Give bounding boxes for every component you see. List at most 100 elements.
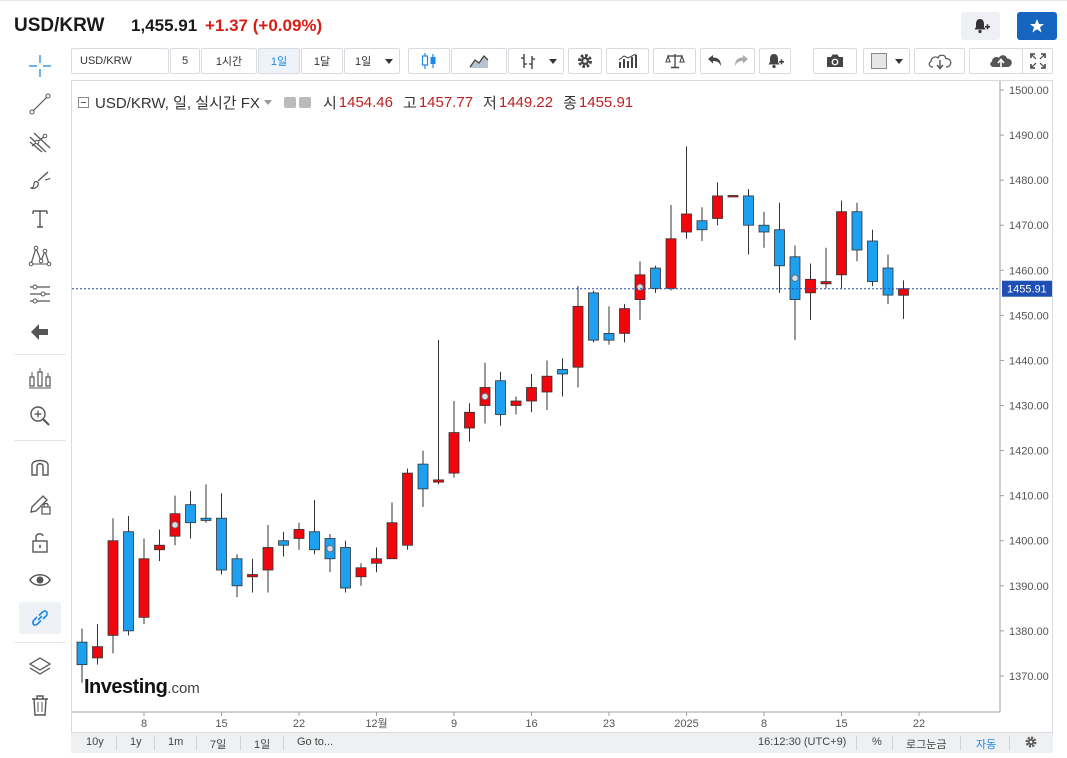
candle-body	[681, 213, 692, 233]
x-tick-label: 9	[451, 718, 457, 730]
candle	[820, 247, 832, 289]
range-1y-button[interactable]: 1y	[130, 736, 142, 748]
settings-toggle-icon[interactable]	[298, 97, 311, 108]
event-marker	[326, 545, 334, 553]
candle	[774, 202, 785, 293]
y-tick-label: 1450.00	[1009, 310, 1049, 322]
log-scale-button[interactable]: 로그눈금	[906, 736, 946, 752]
candle	[603, 306, 615, 345]
candle-body	[293, 529, 305, 539]
event-marker	[791, 274, 799, 282]
candle-body	[386, 522, 398, 560]
candle-body	[448, 432, 460, 474]
candle-body	[727, 195, 739, 198]
low-value: 1449.22	[498, 94, 554, 111]
candle-body	[433, 479, 444, 483]
candle-body	[867, 240, 878, 282]
y-tick-label: 1470.00	[1009, 220, 1049, 232]
candle-body	[510, 400, 522, 406]
candle	[526, 373, 537, 413]
candle	[836, 200, 847, 289]
y-tick-label: 1410.00	[1009, 491, 1049, 503]
divider	[196, 736, 197, 750]
candle	[898, 280, 909, 319]
candle	[619, 304, 630, 343]
candle	[169, 495, 181, 546]
candle	[665, 204, 677, 291]
candle	[216, 493, 227, 575]
candle	[572, 286, 584, 388]
candle-body	[712, 195, 723, 219]
candle-body	[572, 305, 584, 368]
range-1d-button[interactable]: 1일	[254, 736, 270, 752]
candle	[402, 468, 413, 550]
close-value: 1455.91	[578, 94, 634, 111]
watermark-brand: Investing	[84, 676, 168, 698]
candle-body	[247, 574, 258, 578]
candle-body	[774, 229, 785, 267]
candle-body	[262, 547, 274, 571]
percent-scale-button[interactable]: %	[872, 736, 882, 748]
divider	[154, 736, 155, 750]
candle	[185, 491, 196, 539]
candle-body	[185, 504, 196, 524]
candle	[92, 624, 103, 665]
x-tick-label: 15	[835, 718, 847, 730]
event-marker	[171, 521, 179, 529]
candle-body	[76, 641, 88, 666]
candle	[247, 558, 258, 593]
x-tick-label: 2025	[674, 718, 698, 730]
open-label: 시	[322, 95, 337, 112]
candle	[495, 371, 506, 426]
candle	[433, 340, 444, 485]
candle	[278, 531, 289, 557]
goto-date-button[interactable]: Go to...	[297, 736, 333, 748]
y-tick-label: 1490.00	[1009, 130, 1049, 142]
candle	[324, 533, 336, 573]
x-tick-label: 23	[603, 718, 615, 730]
candle	[743, 189, 754, 255]
close-label: 종	[563, 95, 577, 112]
range-10y-button[interactable]: 10y	[86, 736, 104, 748]
candle	[727, 195, 739, 198]
candle	[417, 450, 429, 507]
candle	[262, 524, 274, 593]
candle	[851, 202, 863, 262]
candle	[340, 540, 351, 593]
y-tick-label: 1380.00	[1009, 626, 1049, 638]
candle-body	[402, 472, 413, 546]
candle	[309, 500, 320, 555]
candle	[634, 261, 646, 320]
candle	[154, 529, 165, 562]
x-tick-label: 8	[761, 718, 767, 730]
candle-body	[665, 238, 677, 289]
range-1m-button[interactable]: 1m	[168, 736, 183, 748]
divider	[892, 736, 893, 750]
low-label: 저	[483, 95, 497, 112]
investing-watermark: Investing .com	[84, 676, 200, 699]
auto-scale-button[interactable]: 자동	[976, 736, 996, 752]
x-tick-label: 16	[525, 718, 537, 730]
candle	[867, 229, 878, 287]
candle	[805, 263, 816, 320]
x-tick-label: 8	[141, 718, 147, 730]
x-tick-label: 22	[293, 718, 305, 730]
candle	[76, 628, 88, 683]
candle	[448, 401, 460, 478]
price-chart[interactable]: 1500.00 1490.00 1480.00 1470.00 1460.00 1450.…	[0, 0, 1067, 758]
last-price-tag-label: 1455.91	[1007, 284, 1047, 296]
range-7d-button[interactable]: 7일	[210, 736, 226, 752]
candle	[758, 211, 770, 248]
candle-body	[154, 544, 165, 551]
candle	[789, 245, 801, 341]
eye-toggle-icon[interactable]	[283, 97, 296, 108]
collapse-legend-icon[interactable]	[78, 97, 89, 108]
y-tick-label: 1390.00	[1009, 581, 1049, 593]
candle-body	[309, 531, 320, 551]
candle-body	[882, 267, 894, 296]
gear-icon[interactable]	[1024, 735, 1038, 749]
candle-body	[743, 195, 754, 226]
candle-body	[340, 547, 351, 589]
candle-body	[231, 558, 243, 587]
caret-down-icon[interactable]	[263, 100, 272, 105]
